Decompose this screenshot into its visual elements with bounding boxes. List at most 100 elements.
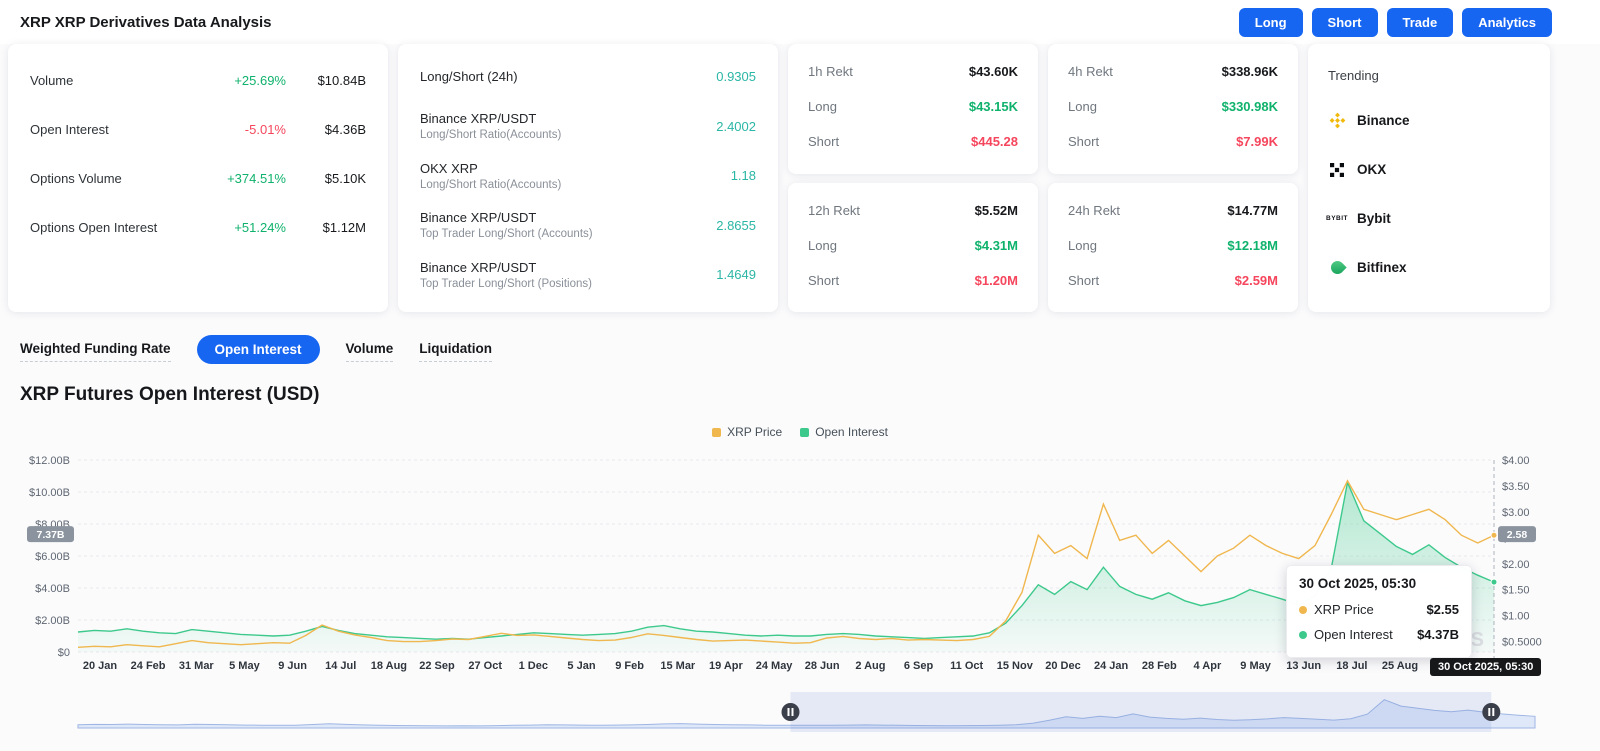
rekt-long-label: Long xyxy=(808,99,837,114)
rekt-short-value: $1.20M xyxy=(974,272,1018,288)
ratio-label: Long/Short (24h) xyxy=(420,69,518,85)
svg-text:20 Dec: 20 Dec xyxy=(1045,660,1080,672)
tooltip-value: $2.55 xyxy=(1426,602,1459,617)
nav-handle-right[interactable] xyxy=(1482,703,1501,721)
stat-change: +374.51% xyxy=(227,171,286,186)
rekt-total: $14.77M xyxy=(1227,202,1278,218)
tooltip-value: $4.37B xyxy=(1417,627,1459,642)
trending-item-label: Bybit xyxy=(1357,211,1391,226)
tooltip-date: 30 Oct 2025, 05:30 xyxy=(1299,576,1417,591)
svg-text:4 Apr: 4 Apr xyxy=(1194,660,1222,672)
ratio-value: 0.9305 xyxy=(716,69,756,85)
stat-row-options-open-interest: Options Open Interest +51.24% $1.12M xyxy=(30,203,366,252)
analytics-button[interactable]: Analytics xyxy=(1462,7,1552,37)
stat-change: -5.01% xyxy=(244,122,286,137)
rekt-column-2: 4h Rekt $338.96K Long $330.98K Short $7.99K… xyxy=(1048,44,1298,312)
page-title: XRP XRP Derivatives Data Analysis xyxy=(20,13,272,31)
rekt-card-1h: 1h Rekt $43.60K Long $43.15K Short $445.28 xyxy=(788,44,1038,174)
rekt-short-value: $445.28 xyxy=(971,134,1018,149)
rekt-total: $5.52M xyxy=(974,202,1018,218)
rekt-short-label: Short xyxy=(1068,134,1100,149)
rekt-title: 24h Rekt xyxy=(1068,202,1121,218)
svg-text:13 Jun: 13 Jun xyxy=(1286,660,1321,672)
chart-tooltip: 30 Oct 2025, 05:30 XRP Price $2.55 Open … xyxy=(1286,565,1472,658)
navigator-chart[interactable] xyxy=(0,691,1600,733)
stat-label: Open Interest xyxy=(30,122,109,137)
header-buttons: Long Short Trade Analytics xyxy=(1238,7,1552,37)
svg-text:9 May: 9 May xyxy=(1240,660,1271,672)
svg-text:5 Jan: 5 Jan xyxy=(567,660,595,672)
stat-change: +25.69% xyxy=(234,73,286,88)
ratio-label: OKX XRP xyxy=(420,160,478,176)
nav-handle-left[interactable] xyxy=(781,703,800,721)
tooltip-label: XRP Price xyxy=(1314,602,1374,617)
trade-button[interactable]: Trade xyxy=(1386,7,1454,37)
open-interest-dot-icon xyxy=(1299,630,1307,639)
rekt-title: 4h Rekt xyxy=(1068,64,1113,79)
svg-text:1 Dec: 1 Dec xyxy=(519,660,548,672)
ratio-row: Binance XRP/USDT Long/Short Ratio(Account… xyxy=(420,102,756,152)
svg-text:28 Jun: 28 Jun xyxy=(805,660,840,672)
long-button[interactable]: Long xyxy=(1238,7,1303,37)
binance-icon xyxy=(1328,112,1346,130)
xrp-price-swatch xyxy=(712,427,722,437)
rekt-long-label: Long xyxy=(1068,237,1097,253)
price-dot-icon xyxy=(1299,605,1307,614)
legend-item-xrp-price[interactable]: XRP Price xyxy=(712,425,782,439)
svg-text:6 Sep: 6 Sep xyxy=(904,660,934,672)
svg-text:$3.50: $3.50 xyxy=(1502,481,1530,493)
short-button[interactable]: Short xyxy=(1311,7,1378,37)
rekt-short-value: $7.99K xyxy=(1236,134,1278,149)
open-interest-swatch xyxy=(800,427,810,437)
bitfinex-icon xyxy=(1327,258,1347,277)
legend-label: Open Interest xyxy=(815,425,888,439)
rekt-long-label: Long xyxy=(808,237,837,253)
ratio-row: Binance XRP/USDT Top Trader Long/Short (A… xyxy=(420,201,756,251)
stat-row-options-volume: Options Volume +374.51% $5.10K xyxy=(30,154,366,203)
trending-item-label: Binance xyxy=(1357,113,1410,128)
svg-text:24 Feb: 24 Feb xyxy=(131,660,166,672)
okx-icon xyxy=(1328,161,1346,179)
tab-liquidation[interactable]: Liquidation xyxy=(419,337,493,362)
trending-item-okx[interactable]: OKX xyxy=(1328,145,1530,194)
legend-item-open-interest[interactable]: Open Interest xyxy=(800,425,888,439)
chart-section-title: XRP Futures Open Interest (USD) xyxy=(20,384,320,405)
svg-text:7.37B: 7.37B xyxy=(36,529,64,541)
stat-value: $5.10K xyxy=(324,171,366,186)
svg-text:$1.00: $1.00 xyxy=(1502,611,1530,623)
ratio-row: OKX XRP Long/Short Ratio(Accounts) 1.18 xyxy=(420,151,756,201)
ratio-row: Binance XRP/USDT Top Trader Long/Short (P… xyxy=(420,250,756,300)
market-stats-card: Volume +25.69% $10.84B Open Interest -5.… xyxy=(8,44,388,312)
rekt-short-value: $2.59M xyxy=(1234,272,1278,288)
tab-weighted-funding-rate[interactable]: Weighted Funding Rate xyxy=(20,337,171,362)
svg-text:$3.00: $3.00 xyxy=(1502,507,1530,519)
svg-text:19 Apr: 19 Apr xyxy=(709,660,744,672)
tab-open-interest[interactable]: Open Interest xyxy=(196,334,320,364)
ratio-value: 2.8655 xyxy=(716,217,756,233)
stat-value: $4.36B xyxy=(324,122,366,137)
rekt-long-value: $4.31M xyxy=(974,237,1018,253)
ratio-label: Binance XRP/USDT xyxy=(420,111,537,127)
tab-volume[interactable]: Volume xyxy=(345,337,394,362)
rekt-long-value: $43.15K xyxy=(968,99,1018,114)
ratio-value: 1.18 xyxy=(730,168,756,184)
trending-item-bybit[interactable]: BYBIT Bybit xyxy=(1326,194,1530,243)
stat-row-open-interest: Open Interest -5.01% $4.36B xyxy=(30,105,366,154)
stat-value: $1.12M xyxy=(322,220,366,235)
trending-item-bitfinex[interactable]: Bitfinex xyxy=(1327,243,1530,292)
rekt-total: $43.60K xyxy=(968,64,1018,79)
header: XRP XRP Derivatives Data Analysis Long S… xyxy=(0,0,1600,44)
chart-navigator[interactable] xyxy=(0,691,1600,733)
rekt-total: $338.96K xyxy=(1221,64,1278,79)
svg-text:9 Feb: 9 Feb xyxy=(615,660,644,672)
svg-text:$2.00B: $2.00B xyxy=(35,615,70,627)
svg-text:22 Sep: 22 Sep xyxy=(419,660,455,672)
tooltip-row-price: XRP Price $2.55 xyxy=(1299,597,1459,622)
right-axis-crosshair-badge: 2.58 xyxy=(1498,526,1536,543)
rekt-card-4h: 4h Rekt $338.96K Long $330.98K Short $7.99K xyxy=(1048,44,1298,174)
trending-item-label: OKX xyxy=(1357,162,1387,177)
ratio-row: Long/Short (24h) 0.9305 xyxy=(420,52,756,102)
rekt-column-1: 1h Rekt $43.60K Long $43.15K Short $445.28 … xyxy=(788,44,1038,312)
summary-cards-row: Volume +25.69% $10.84B Open Interest -5.… xyxy=(0,44,1600,312)
trending-item-binance[interactable]: Binance xyxy=(1328,96,1530,145)
